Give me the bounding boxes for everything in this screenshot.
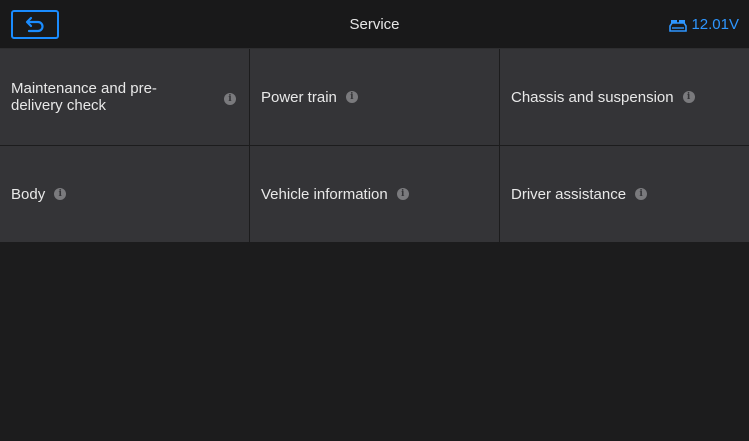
service-menu-grid: Maintenance and pre-delivery check i Pow… xyxy=(0,49,749,243)
menu-item-label: Body xyxy=(11,185,46,203)
menu-item-label: Vehicle information xyxy=(261,185,388,203)
page-title: Service xyxy=(349,16,400,33)
menu-item-driver-assistance[interactable]: Driver assistance i xyxy=(500,146,749,243)
info-icon[interactable]: i xyxy=(345,91,358,103)
menu-item-label: Driver assistance xyxy=(511,185,627,203)
battery-voltage: 12.01V xyxy=(691,16,739,33)
battery-status: 12.01V xyxy=(669,0,739,49)
info-icon[interactable]: i xyxy=(396,188,409,200)
menu-item-label: Maintenance and pre-delivery check xyxy=(11,80,157,114)
menu-item-maintenance[interactable]: Maintenance and pre-delivery check i xyxy=(0,49,250,146)
info-icon[interactable]: i xyxy=(54,188,67,200)
info-icon[interactable]: i xyxy=(224,93,236,105)
service-screen: Service 12.01V Maintenance and pre-deliv… xyxy=(0,0,749,441)
empty-content-area xyxy=(0,243,749,441)
menu-item-label: Power train xyxy=(261,88,337,106)
menu-item-vehicle-information[interactable]: Vehicle information i xyxy=(250,146,500,243)
info-icon[interactable]: i xyxy=(635,188,648,200)
menu-item-body[interactable]: Body i xyxy=(0,146,250,243)
menu-item-chassis[interactable]: Chassis and suspension i xyxy=(500,49,749,146)
top-bar: Service 12.01V xyxy=(0,0,749,49)
menu-item-label: Chassis and suspension xyxy=(511,88,674,106)
car-battery-icon xyxy=(669,19,688,32)
info-icon[interactable]: i xyxy=(682,91,695,103)
menu-item-power-train[interactable]: Power train i xyxy=(250,49,500,146)
